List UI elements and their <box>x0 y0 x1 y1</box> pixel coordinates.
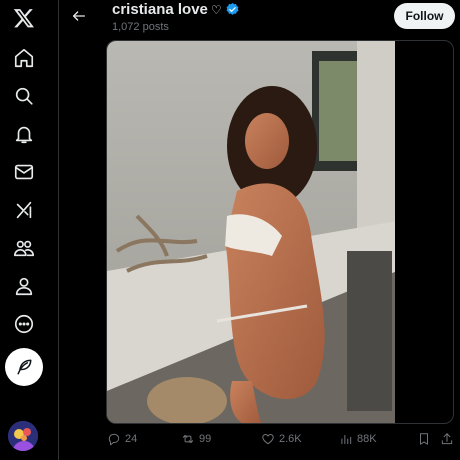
compose-post-button[interactable] <box>5 348 43 386</box>
share-icon <box>441 433 453 445</box>
post-photo <box>107 41 395 423</box>
media-viewer[interactable] <box>106 40 454 424</box>
more-icon[interactable] <box>12 312 36 336</box>
reply-count: 24 <box>125 433 138 445</box>
heart-icon <box>262 434 274 445</box>
follow-button[interactable]: Follow <box>394 3 455 29</box>
compose-feather-icon <box>17 359 32 375</box>
views-count: 88K <box>357 433 377 445</box>
profile-title-row: cristiana love ♡ <box>112 1 240 18</box>
bookmark-button[interactable] <box>417 432 431 446</box>
repost-button[interactable]: 99 <box>181 432 211 446</box>
reply-icon <box>108 433 120 446</box>
verified-badge-icon <box>225 2 240 17</box>
profile-name: cristiana love <box>112 1 208 18</box>
back-arrow-icon <box>73 11 85 21</box>
views-button[interactable]: 88K <box>339 432 377 446</box>
share-button[interactable] <box>440 432 454 446</box>
name-heart-emoji: ♡ <box>210 2 222 17</box>
messages-icon[interactable] <box>12 160 36 184</box>
posts-count: 1,072 posts <box>112 21 169 33</box>
search-icon[interactable] <box>12 84 36 108</box>
views-chart-icon <box>341 435 352 445</box>
repost-icon <box>182 435 194 443</box>
reply-button[interactable]: 24 <box>107 432 137 446</box>
communities-icon[interactable] <box>12 236 36 260</box>
notifications-icon[interactable] <box>12 122 36 146</box>
repost-count: 99 <box>199 433 212 445</box>
back-button[interactable] <box>69 6 89 26</box>
grok-icon[interactable] <box>12 198 36 222</box>
x-logo-icon[interactable] <box>12 6 36 30</box>
post-action-bar: 24 99 2.6K 88K <box>59 430 460 454</box>
sidebar-nav <box>0 0 58 460</box>
profile-header: cristiana love ♡ 1,072 posts Follow <box>59 0 460 38</box>
account-avatar[interactable] <box>8 421 38 451</box>
like-count: 2.6K <box>279 433 302 445</box>
profile-icon[interactable] <box>12 274 36 298</box>
home-icon[interactable] <box>12 46 36 70</box>
like-button[interactable]: 2.6K <box>261 432 302 446</box>
sidebar-divider <box>58 0 59 460</box>
bookmark-icon <box>420 433 428 445</box>
